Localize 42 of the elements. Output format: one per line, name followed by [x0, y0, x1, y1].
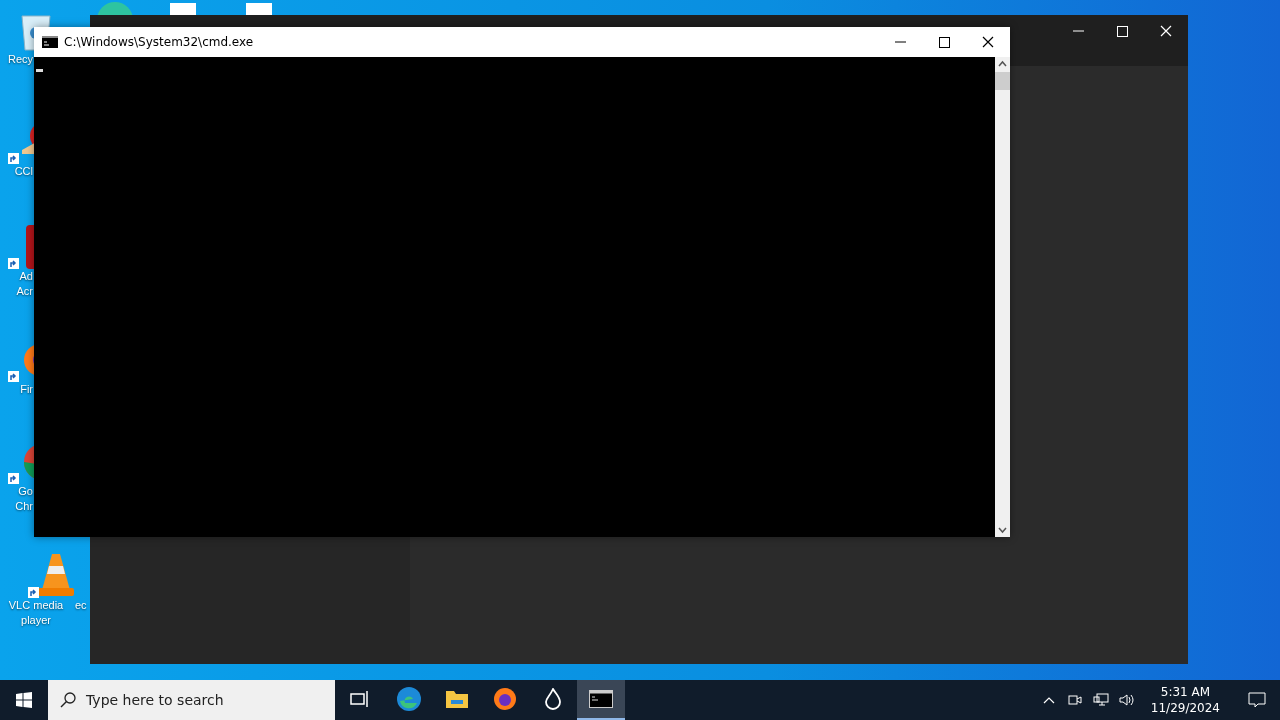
search-field[interactable]: Type here to search [48, 680, 335, 720]
desktop-icon-label[interactable]: Ad [19, 269, 33, 284]
task-view-icon [350, 690, 370, 708]
folder-icon [445, 689, 469, 709]
desktop-icon-label[interactable]: Go [18, 484, 33, 499]
maximize-icon [1116, 25, 1128, 37]
document-icon [246, 3, 272, 15]
windows-logo-icon [16, 692, 32, 708]
clock[interactable]: 5:31 AM 11/29/2024 [1142, 684, 1228, 716]
shortcut-arrow-icon [8, 371, 19, 382]
message-icon [1248, 692, 1266, 708]
desktop-icon-label[interactable]: Fir [20, 382, 33, 397]
desktop-icon-label[interactable]: VLC media [8, 598, 64, 613]
desktop-icon-label[interactable]: player [21, 613, 51, 628]
desktop-icon-label[interactable]: Recy [7, 52, 33, 67]
shortcut-arrow-icon [8, 153, 19, 164]
shortcut-arrow-icon [8, 473, 19, 484]
minimize-icon [1072, 30, 1084, 32]
fox-icon [493, 687, 517, 711]
edge-icon [396, 686, 422, 712]
shortcut-arrow-icon [8, 258, 19, 269]
clock-time: 5:31 AM [1160, 684, 1211, 700]
minimize-icon [894, 41, 906, 43]
maximize-icon [938, 36, 950, 48]
search-icon [60, 692, 76, 708]
desktop-icon-label[interactable]: Chr [15, 499, 33, 514]
window-title: C:\Windows\System32\cmd.exe [64, 35, 255, 49]
desktop-icon-label[interactable]: CCl [14, 164, 33, 179]
desktop-icon-label[interactable]: Acr [16, 284, 33, 299]
desktop-icon-label[interactable]: ec [75, 598, 87, 613]
scroll-thumb[interactable] [995, 72, 1010, 90]
close-icon [982, 36, 994, 48]
taskbar-app-button[interactable] [577, 680, 625, 720]
terminal-icon [42, 36, 58, 48]
text-cursor [36, 69, 43, 72]
terminal-icon [589, 690, 613, 708]
close-icon [1160, 25, 1172, 37]
clock-date: 11/29/2024 [1150, 700, 1220, 716]
document-icon [170, 3, 196, 15]
scrollbar[interactable] [995, 57, 1010, 537]
shortcut-arrow-icon [27, 587, 39, 598]
flame-icon [544, 688, 562, 710]
